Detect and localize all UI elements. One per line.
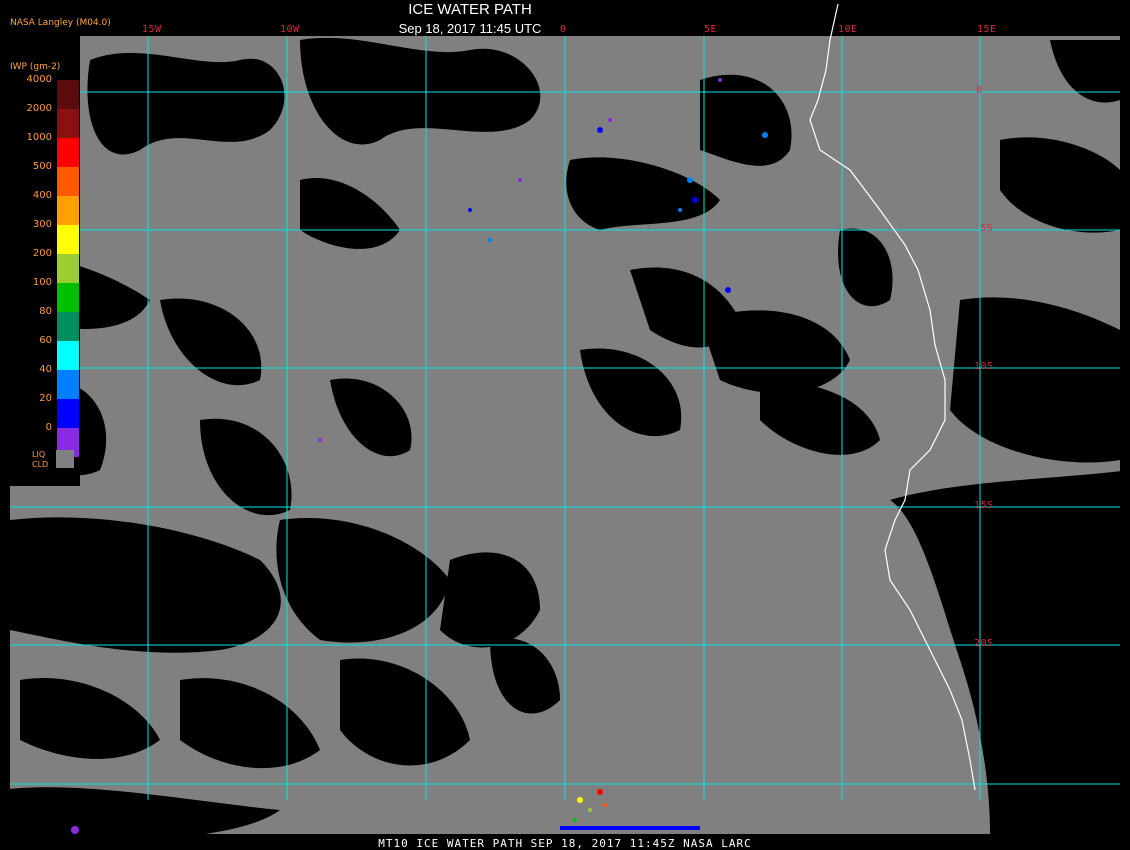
legend-unit: IWP (gm-2)	[10, 62, 61, 72]
legend-swatch-500	[57, 167, 79, 196]
legend-swatch-80	[57, 312, 79, 341]
lon-label-10e: 10E	[838, 24, 858, 35]
lat-label-15s: 15S	[974, 500, 994, 511]
legend-value-20: 20	[39, 393, 52, 404]
legend-value-500: 500	[32, 161, 52, 172]
legend-value-1000: 1000	[26, 132, 52, 143]
cld-text: CLD	[32, 460, 49, 469]
legend-swatch-300	[57, 225, 79, 254]
legend-value-60: 60	[39, 335, 52, 346]
legend-value-200: 200	[32, 248, 52, 259]
legend-value-80: 80	[39, 306, 52, 317]
legend-value-100: 100	[32, 277, 52, 288]
lon-label-15e: 15E	[977, 24, 997, 35]
iwp-legend: IWP (gm-2) 4000 2000 1000 500 400 300 200 100 80…	[6, 58, 80, 486]
legend-swatch-200	[57, 254, 79, 283]
legend-value-4000: 4000	[26, 74, 52, 85]
map-title: ICE WATER PATH	[408, 1, 532, 18]
lon-label-5e: 5E	[704, 24, 718, 35]
legend-swatch-1000	[57, 138, 79, 167]
liquid-cloud-swatch	[56, 450, 74, 468]
map-datetime: Sep 18, 2017 11:45 UTC	[398, 21, 542, 36]
legend-swatch-100	[57, 283, 79, 312]
lat-label-10s: 10S	[974, 361, 994, 372]
legend-swatch-400	[57, 196, 79, 225]
footer-caption: MT10 ICE WATER PATH SEP 18, 2017 11:45Z …	[378, 837, 752, 850]
lat-label-20s: 20S	[974, 638, 994, 649]
legend-value-300: 300	[32, 219, 52, 230]
legend-value-0: 0	[45, 422, 52, 433]
legend-swatch-40	[57, 370, 79, 399]
liquid-cloud-label: LIQ CLD	[32, 450, 48, 470]
legend-value-400: 400	[32, 190, 52, 201]
legend-swatch-4000	[57, 80, 79, 109]
legend-value-2000: 2000	[26, 103, 52, 114]
legend-swatch-60	[57, 341, 79, 370]
lon-label-15w: 15W	[142, 24, 162, 35]
legend-value-40: 40	[39, 364, 52, 375]
lon-label-0: 0	[560, 24, 567, 35]
credit-label: NASA Langley (M04.0)	[10, 18, 111, 28]
lat-label-0: 0	[976, 85, 983, 96]
legend-swatch-20	[57, 399, 79, 428]
liq-text: LIQ	[32, 450, 46, 459]
ice-water-path-map	[0, 0, 1130, 850]
legend-swatch-2000	[57, 109, 79, 138]
lat-label-5s: 5S	[980, 223, 994, 234]
lon-label-10w: 10W	[280, 24, 300, 35]
